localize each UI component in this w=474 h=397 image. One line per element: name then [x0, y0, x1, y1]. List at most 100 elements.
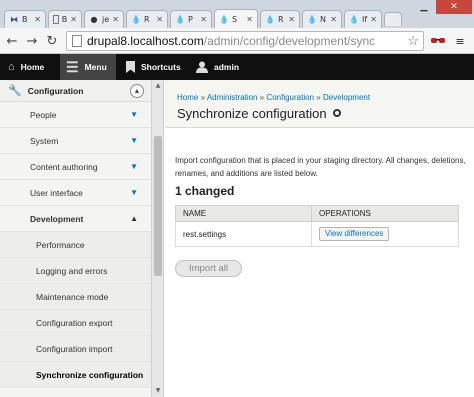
toolbar-shortcuts-label: Shortcuts	[141, 62, 181, 72]
sidebar-heading[interactable]: 🔧 Configuration ▲	[0, 80, 152, 102]
address-path: /admin/config/development/sync	[203, 34, 376, 48]
drupal-icon: 💧	[349, 15, 359, 24]
browser-tab-active[interactable]: 💧 S ✕	[214, 9, 258, 28]
browser-tab[interactable]: ⧓ B ✕	[4, 10, 46, 28]
browser-tab[interactable]: ● je ✕	[84, 10, 124, 28]
new-tab-button[interactable]	[384, 12, 402, 26]
chevron-up-icon[interactable]: ▲	[130, 214, 138, 223]
close-icon[interactable]: ✕	[330, 15, 337, 24]
scroll-down-icon[interactable]: ▼	[152, 385, 163, 395]
sidebar-item-label: User interface	[30, 187, 83, 198]
sidebar-subitem-config-export[interactable]: Configuration export	[0, 310, 152, 336]
drupal-icon: 💧	[307, 15, 317, 24]
page-icon	[72, 35, 82, 47]
browser-tab[interactable]: 💧 P ✕	[170, 10, 212, 28]
sidebar-subitem-performance[interactable]: Performance	[0, 232, 152, 258]
reload-icon[interactable]: ↻	[44, 33, 60, 49]
tab-label: R	[144, 15, 150, 24]
toolbar-shortcuts[interactable]: Shortcuts	[120, 54, 187, 80]
address-host: drupal8.localhost.com	[87, 34, 204, 48]
back-arrow-icon[interactable]: ←	[4, 33, 20, 49]
close-icon[interactable]: ✕	[34, 15, 41, 24]
address-bar[interactable]: drupal8.localhost.com/admin/config/devel…	[66, 31, 424, 51]
close-icon[interactable]: ✕	[112, 15, 119, 24]
close-icon[interactable]: ✕	[288, 15, 295, 24]
column-header-name: NAME	[175, 205, 312, 222]
tab-label: P	[188, 15, 193, 24]
user-icon	[196, 61, 208, 73]
close-icon[interactable]: ✕	[70, 15, 77, 24]
browser-tab[interactable]: 💧 If ✕	[344, 10, 382, 28]
tab-label: R	[278, 15, 284, 24]
tab-label: B	[22, 15, 28, 24]
tab-label: S	[232, 14, 238, 24]
scroll-up-icon[interactable]: ▲	[152, 80, 163, 90]
breadcrumb: Home » Administration » Configuration » …	[177, 93, 370, 102]
collapse-up-icon[interactable]: ▲	[130, 84, 144, 98]
browser-tab[interactable]: 💧 R ✕	[260, 10, 300, 28]
toolbar-user-label: admin	[214, 62, 240, 72]
minimize-button[interactable]: ▁	[412, 0, 436, 14]
admin-toolbar: ⌂ Home ☰ Menu Shortcuts admin	[0, 54, 474, 80]
sidebar-item-label: People	[30, 109, 57, 120]
tab-label: je	[102, 15, 110, 24]
sidebar-item-content-authoring[interactable]: Content authoring ▼	[0, 154, 152, 180]
window-close-button[interactable]: ✕	[436, 0, 472, 14]
sidebar-subitem-logging[interactable]: Logging and errors	[0, 258, 152, 284]
close-icon[interactable]: ✕	[370, 15, 377, 24]
sidebar-heading-label: Configuration	[27, 85, 84, 96]
breadcrumb-link[interactable]: Administration	[207, 93, 258, 102]
close-icon[interactable]: ✕	[156, 15, 163, 24]
changes-table: NAME OPERATIONS rest.settings View diffe…	[175, 205, 459, 247]
breadcrumb-link[interactable]: Development	[323, 93, 370, 102]
sidebar-item-user-interface[interactable]: User interface ▼	[0, 180, 152, 206]
page-header: Home » Administration » Configuration » …	[165, 80, 474, 128]
sidebar-item-development[interactable]: Development ▲	[0, 206, 152, 232]
sidebar-subitem-label: Logging and errors	[36, 265, 108, 276]
bookmark-star-icon[interactable]: ☆	[407, 32, 419, 50]
page-title-text: Synchronize configuration	[177, 106, 327, 121]
toolbar-home-label: Home	[20, 62, 45, 72]
page-title: Synchronize configuration	[177, 106, 341, 121]
glasses-extension-icon[interactable]	[430, 34, 446, 48]
drupal-icon: 💧	[219, 14, 229, 24]
breadcrumb-link[interactable]: Configuration	[266, 93, 314, 102]
sidebar-item-system[interactable]: System ▼	[0, 128, 152, 154]
import-all-button[interactable]: Import all	[175, 260, 242, 277]
forward-arrow-icon[interactable]: →	[24, 33, 40, 49]
view-differences-button[interactable]: View differences	[319, 227, 390, 241]
toolbar-menu[interactable]: ☰ Menu	[60, 54, 116, 80]
breadcrumb-separator: »	[259, 93, 265, 102]
browser-toolbar: ← → ↻ drupal8.localhost.com/admin/config…	[0, 28, 474, 54]
sidebar-subitem-label: Synchronize configuration	[36, 369, 144, 380]
sidebar-subitem-sync[interactable]: Synchronize configuration	[0, 362, 152, 388]
shortcut-star-icon[interactable]	[332, 109, 341, 117]
sidebar-scrollbar[interactable]: ▲ ▼	[151, 80, 163, 397]
sidebar-subitem-maintenance[interactable]: Maintenance mode	[0, 284, 152, 310]
close-icon[interactable]: ✕	[200, 15, 207, 24]
main-content: Home » Administration » Configuration » …	[165, 80, 474, 397]
toolbar-user[interactable]: admin	[190, 54, 245, 80]
column-header-operations: OPERATIONS	[311, 205, 459, 222]
chevron-down-icon[interactable]: ▼	[130, 136, 138, 145]
drupal-icon: 💧	[131, 15, 141, 24]
menu-icon[interactable]: ≡	[452, 34, 468, 48]
sidebar-item-label: System	[30, 135, 59, 146]
tab-label: B	[61, 15, 68, 24]
sidebar-subitem-label: Configuration export	[36, 317, 113, 328]
chevron-down-icon[interactable]: ▼	[130, 162, 138, 171]
chevron-down-icon[interactable]: ▼	[130, 110, 138, 119]
chevron-down-icon[interactable]: ▼	[130, 188, 138, 197]
config-name-cell: rest.settings	[175, 221, 312, 247]
github-icon: ●	[90, 15, 98, 24]
browser-tab[interactable]: B ✕	[48, 10, 82, 28]
sidebar-item-label: Development	[30, 213, 84, 224]
browser-tab[interactable]: 💧 R ✕	[126, 10, 168, 28]
sidebar-item-people[interactable]: People ▼	[0, 102, 152, 128]
close-icon[interactable]: ✕	[246, 15, 253, 24]
browser-tab[interactable]: 💧 N ✕	[302, 10, 342, 28]
breadcrumb-link[interactable]: Home	[177, 93, 198, 102]
scrollbar-thumb[interactable]	[154, 136, 162, 276]
toolbar-home[interactable]: ⌂ Home	[2, 54, 50, 80]
sidebar-subitem-config-import[interactable]: Configuration import	[0, 336, 152, 362]
